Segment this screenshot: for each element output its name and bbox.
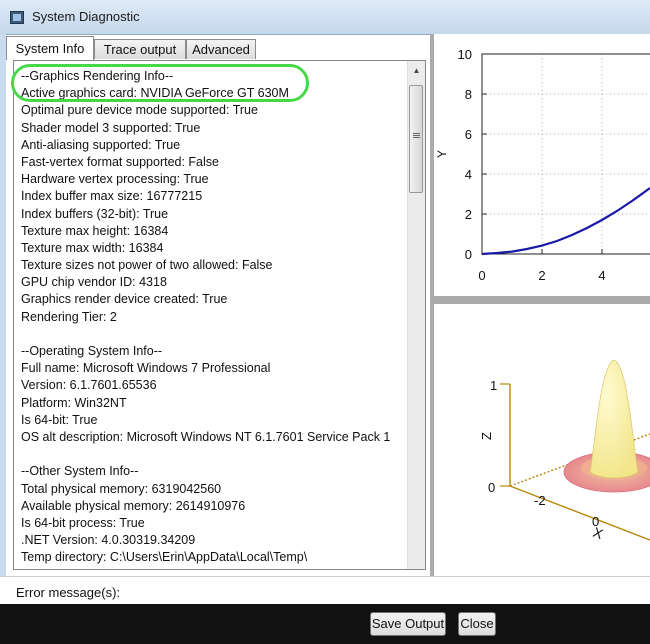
- info-line: OS alt description: Microsoft Windows NT…: [21, 429, 391, 444]
- info-line: [21, 326, 390, 343]
- info-line: Version: 6.1.7601.65536: [21, 378, 157, 393]
- scroll-thumb[interactable]: [409, 85, 423, 193]
- close-button[interactable]: Close: [458, 612, 496, 636]
- info-line: Hardware vertex processing: True: [21, 172, 209, 187]
- tab-system-info[interactable]: System Info: [6, 36, 94, 60]
- info-line: Texture max width: 16384: [21, 240, 164, 255]
- error-bar: Error message(s):: [0, 576, 650, 605]
- info-line: Anti-aliasing supported: True: [21, 137, 181, 152]
- y-tick-label: 0: [465, 247, 472, 262]
- y-tick-label: 8: [465, 87, 472, 102]
- scroll-up-icon[interactable]: ▲: [409, 63, 424, 79]
- system-diagnostic-window: System Diagnostic System Info Trace outp…: [0, 0, 650, 644]
- info-line: Shader model 3 supported: True: [21, 120, 201, 135]
- info-line: Graphics render device created: True: [21, 292, 228, 307]
- info-line: Full name: Microsoft Windows 7 Professio…: [21, 361, 271, 376]
- grip-icon: [413, 133, 420, 134]
- info-line: Is 64-bit process: True: [21, 515, 145, 530]
- info-line: --Operating System Info--: [21, 344, 163, 358]
- info-line: Rendering Tier: 2: [21, 309, 117, 324]
- info-line: Is 64-bit: True: [21, 412, 98, 427]
- x-tick-label: 4: [598, 268, 605, 283]
- info-line: Texture sizes not power of two allowed: …: [21, 258, 273, 273]
- info-line: Total physical memory: 6319042560: [21, 481, 222, 496]
- z-axis-label: Z: [479, 432, 494, 440]
- surface-peak: [589, 359, 639, 479]
- title-bar[interactable]: System Diagnostic: [0, 0, 650, 34]
- monitor-icon: [10, 11, 24, 24]
- tab-strip: System Info Trace output Advanced: [6, 36, 430, 60]
- info-line: [21, 446, 390, 463]
- surface-plot-panel: 1 0 Z -2 0 X: [434, 304, 650, 576]
- info-line: Index buffer max size: 16777215: [21, 189, 203, 204]
- z-tick-label: 1: [490, 378, 497, 393]
- tab-trace-output[interactable]: Trace output: [94, 39, 186, 59]
- vertical-scrollbar[interactable]: ▲: [407, 61, 425, 569]
- info-line: GPU chip vendor ID: 4318: [21, 275, 167, 290]
- info-line: Fast-vertex format supported: False: [21, 154, 219, 169]
- x-tick-label: 0: [478, 268, 485, 283]
- series-line: [481, 187, 650, 256]
- window-title: System Diagnostic: [32, 9, 140, 24]
- z-tick-label: 0: [488, 480, 495, 495]
- info-lines: --Graphics Rendering Info-- Active graphi…: [21, 68, 390, 566]
- error-label: Error message(s):: [16, 585, 121, 600]
- surface-plot: 10Z-20X: [479, 359, 650, 542]
- system-info-textbox[interactable]: --Graphics Rendering Info-- Active graphi…: [13, 60, 426, 570]
- save-output-button[interactable]: Save Output: [370, 612, 446, 636]
- y-axis-label: Y: [435, 150, 449, 158]
- info-line: Temp directory: C:\Users\Erin\AppData\Lo…: [21, 550, 308, 565]
- info-line: Optimal pure device mode supported: True: [21, 103, 258, 118]
- line-chart: 0 2 4 6 8 10 0 2 4 Y: [435, 47, 650, 283]
- x-tick-label: 2: [538, 268, 545, 283]
- info-line: Platform: Win32NT: [21, 395, 127, 410]
- info-line: Texture max height: 16384: [21, 223, 169, 238]
- y-tick-label: 4: [465, 167, 472, 182]
- highlight-circle: [11, 64, 309, 102]
- y-tick-label: 2: [465, 207, 472, 222]
- info-line: Index buffers (32-bit): True: [21, 206, 169, 221]
- y-tick-label: 10: [458, 47, 472, 62]
- button-bar: Save Output Close: [0, 604, 650, 644]
- info-line: --Other System Info--: [21, 464, 139, 479]
- line-chart-panel: 0 2 4 6 8 10 0 2 4 Y: [434, 34, 650, 296]
- plot-frame: [481, 53, 650, 255]
- horizontal-splitter[interactable]: [434, 296, 650, 304]
- info-line: Available physical memory: 2614910976: [21, 498, 246, 513]
- x-tick-label: -2: [534, 493, 546, 508]
- x-axis: [509, 485, 650, 541]
- tab-advanced[interactable]: Advanced: [186, 39, 256, 59]
- y-tick-label: 6: [465, 127, 472, 142]
- info-line: .NET Version: 4.0.30319.34209: [21, 533, 196, 548]
